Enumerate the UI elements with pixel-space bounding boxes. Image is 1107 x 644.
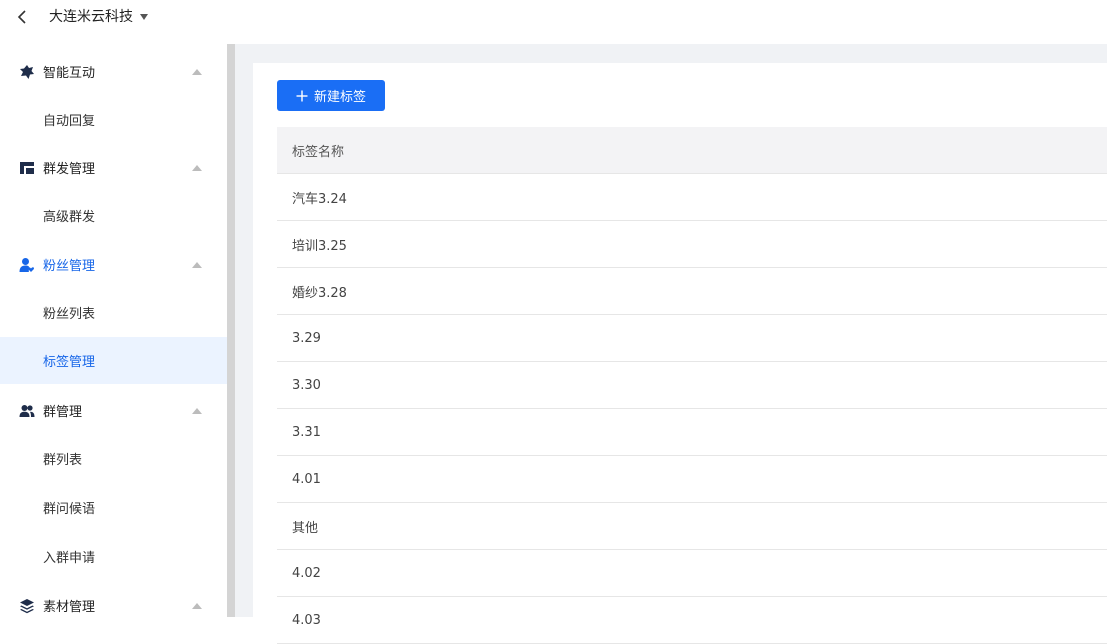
sidebar-item-label: 高级群发: [43, 210, 96, 225]
sidebar-group-label: 粉丝管理: [43, 259, 96, 274]
company-switcher[interactable]: 大连米云科技: [49, 7, 148, 27]
tag-name-cell: 4.02: [292, 565, 321, 581]
sidebar-item-label: 粉丝列表: [43, 307, 96, 322]
tag-name-cell: 3.30: [292, 377, 321, 393]
sidebar-item-tag-management[interactable]: 标签管理: [0, 337, 227, 384]
sidebar-item-label: 群问候语: [43, 502, 96, 517]
chevron-up-icon: [192, 407, 202, 414]
tag-name-cell: 4.01: [292, 471, 321, 487]
gear-badge-icon: [20, 64, 34, 79]
sidebar-group-fans[interactable]: 粉丝管理: [0, 240, 227, 289]
table-row[interactable]: 培训3.25: [277, 221, 1107, 268]
sidebar-group-label: 群发管理: [43, 162, 96, 177]
tag-name-cell: 培训3.25: [292, 238, 347, 254]
tag-name-cell: 婚纱3.28: [292, 285, 347, 301]
new-tag-button[interactable]: 新建标签: [277, 80, 385, 111]
table-row[interactable]: 4.02: [277, 550, 1107, 597]
sidebar-group-label: 智能互动: [43, 66, 96, 81]
sidebar-item-advanced-mass-send[interactable]: 高级群发: [0, 192, 227, 239]
sidebar-item-fan-list[interactable]: 粉丝列表: [0, 289, 227, 336]
chevron-up-icon: [192, 602, 202, 609]
users-icon: [19, 404, 35, 417]
sidebar-item-group-greeting[interactable]: 群问候语: [0, 484, 227, 531]
top-bar: 大连米云科技: [0, 0, 1107, 44]
layers-icon: [20, 598, 34, 613]
sidebar: 智能互动 自动回复 群发管理 高级群发 粉丝管理 粉丝列表 标签管理 群管理 群…: [0, 44, 227, 617]
tag-name-cell: 3.29: [292, 330, 321, 346]
sidebar-group-label: 群管理: [43, 405, 83, 420]
sidebar-item-auto-reply[interactable]: 自动回复: [0, 96, 227, 143]
table-row[interactable]: 汽车3.24: [277, 174, 1107, 221]
table-row[interactable]: 3.30: [277, 362, 1107, 409]
user-heart-icon: [19, 257, 35, 272]
stacked-cards-icon: [20, 161, 34, 174]
company-name: 大连米云科技: [49, 9, 133, 25]
chevron-up-icon: [192, 164, 202, 171]
sidebar-item-label: 入群申请: [43, 551, 96, 566]
tag-name-cell: 其他: [292, 520, 319, 536]
sidebar-scrollbar[interactable]: [227, 44, 235, 617]
sidebar-group-groups[interactable]: 群管理: [0, 386, 227, 435]
table-header: 标签名称: [277, 127, 1107, 174]
tag-name-cell: 4.03: [292, 612, 321, 628]
sidebar-item-join-request[interactable]: 入群申请: [0, 533, 227, 580]
tag-name-cell: 3.31: [292, 424, 321, 440]
table-row[interactable]: 3.31: [277, 409, 1107, 456]
sidebar-group-materials[interactable]: 素材管理: [0, 581, 227, 630]
plus-icon: [296, 90, 308, 101]
tag-table: 标签名称 汽车3.24 培训3.25 婚纱3.28 3.29 3.30 3.31…: [277, 127, 1107, 644]
sidebar-group-mass-send[interactable]: 群发管理: [0, 143, 227, 192]
back-arrow-icon[interactable]: [16, 8, 30, 26]
sidebar-item-label: 标签管理: [43, 355, 96, 370]
sidebar-group-smart-interaction[interactable]: 智能互动: [0, 47, 227, 96]
sidebar-item-label: 自动回复: [43, 114, 96, 129]
sidebar-item-label: 群列表: [43, 453, 83, 468]
chevron-down-icon: [140, 14, 148, 20]
table-row[interactable]: 4.01: [277, 456, 1107, 503]
table-row[interactable]: 婚纱3.28: [277, 268, 1107, 315]
sidebar-item-group-list[interactable]: 群列表: [0, 435, 227, 482]
column-header-tag-name: 标签名称: [292, 144, 345, 160]
chevron-up-icon: [192, 261, 202, 268]
chevron-up-icon: [192, 68, 202, 75]
new-tag-label: 新建标签: [313, 90, 366, 105]
table-row[interactable]: 4.03: [277, 597, 1107, 644]
sidebar-group-label: 素材管理: [43, 600, 96, 615]
tag-name-cell: 汽车3.24: [292, 191, 347, 207]
table-row[interactable]: 3.29: [277, 315, 1107, 362]
table-row[interactable]: 其他: [277, 503, 1107, 550]
